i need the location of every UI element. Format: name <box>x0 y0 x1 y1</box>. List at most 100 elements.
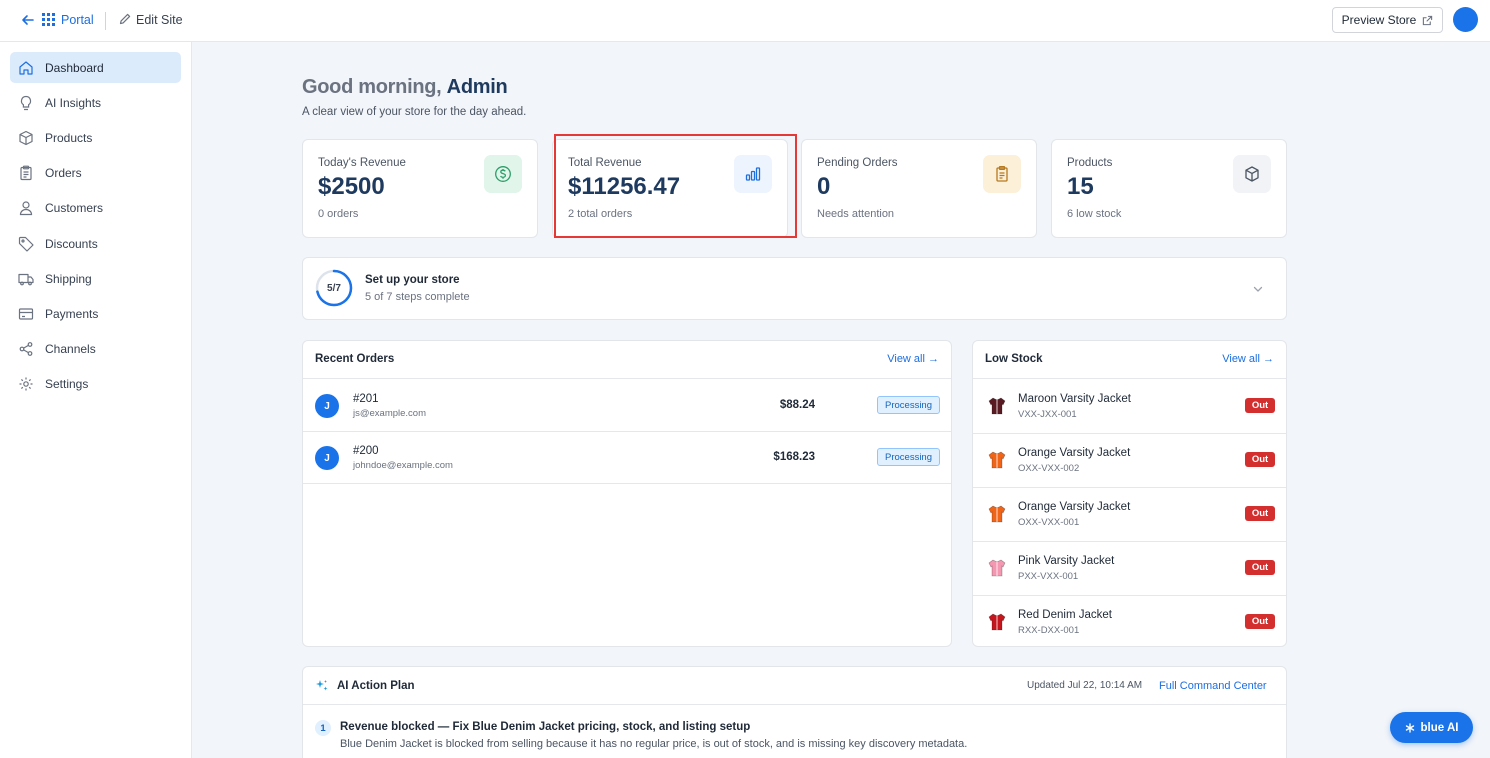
sidebar-item-label: Channels <box>45 341 96 356</box>
full-command-center-link[interactable]: Full Command Center <box>1159 680 1267 692</box>
out-of-stock-badge: Out <box>1245 560 1275 575</box>
clipboard-icon <box>20 165 32 180</box>
product-sku: RXX-DXX-001 <box>1018 625 1080 636</box>
page-title: Good morning, Admin <box>302 76 508 98</box>
sidebar-item-ai-insights[interactable]: AI Insights <box>10 87 181 118</box>
sidebar-item-label: AI Insights <box>45 95 102 110</box>
product-sku: VXX-JXX-001 <box>1018 409 1077 420</box>
sidebar-item-label: Customers <box>45 200 104 215</box>
sparkle-icon <box>316 680 328 691</box>
preview-store-button[interactable]: Preview Store <box>1332 7 1443 33</box>
stat-label: Products <box>1067 157 1113 169</box>
status-badge: Processing <box>877 396 940 414</box>
jacket-thumbnail-icon <box>985 610 1009 634</box>
blue-ai-label: blue AI <box>1420 721 1459 734</box>
sidebar-item-label: Dashboard <box>45 60 104 75</box>
out-of-stock-badge: Out <box>1245 398 1275 413</box>
product-name: Red Denim Jacket <box>1018 609 1112 621</box>
preview-store-label: Preview Store <box>1341 13 1417 27</box>
user-icon <box>19 200 33 215</box>
view-all-orders-link[interactable]: View all → <box>887 353 939 365</box>
credit-card-icon <box>18 307 34 320</box>
stat-value: 15 <box>1067 173 1094 200</box>
panel-title: Low Stock <box>985 353 1043 365</box>
sidebar-item-label: Shipping <box>45 271 92 286</box>
action-description: Blue Denim Jacket is blocked from sellin… <box>340 738 968 750</box>
product-name: Orange Varsity Jacket <box>1018 501 1131 513</box>
out-of-stock-badge: Out <box>1245 506 1275 521</box>
external-link-icon <box>1423 15 1433 25</box>
product-name: Maroon Varsity Jacket <box>1018 393 1131 405</box>
setup-store-card[interactable]: 5/7 Set up your store 5 of 7 steps compl… <box>302 257 1287 320</box>
sidebar-item-channels[interactable]: Channels <box>10 333 181 364</box>
sidebar-item-discounts[interactable]: Discounts <box>10 228 181 259</box>
product-sku: OXX-VXX-002 <box>1018 463 1080 474</box>
recent-orders-panel: Recent Orders View all → J #201 js@examp… <box>302 340 952 647</box>
row-divider <box>973 541 1286 542</box>
row-divider <box>303 431 951 432</box>
sidebar-item-orders[interactable]: Orders <box>10 157 181 188</box>
avatar: J <box>315 394 339 418</box>
sidebar-item-customers[interactable]: Customers <box>10 192 181 223</box>
page-subtitle: A clear view of your store for the day a… <box>302 106 527 118</box>
stat-label: Pending Orders <box>817 157 898 169</box>
sidebar-item-label: Orders <box>45 165 82 180</box>
panel-header: Low Stock View all → <box>973 341 1286 379</box>
out-of-stock-badge: Out <box>1245 614 1275 629</box>
stat-sub: Needs attention <box>817 208 895 220</box>
blue-ai-button[interactable]: blue AI <box>1390 712 1473 743</box>
home-icon <box>19 60 33 75</box>
sidebar-item-settings[interactable]: Settings <box>10 368 181 399</box>
updated-timestamp: Updated Jul 22, 10:14 AM <box>1027 680 1143 691</box>
setup-progress-ring: 5/7 <box>315 269 353 307</box>
action-title: Revenue blocked — Fix Blue Denim Jacket … <box>340 721 751 733</box>
stat-sub: 6 low stock <box>1067 208 1122 220</box>
sidebar-item-payments[interactable]: Payments <box>10 298 181 329</box>
sidebar-item-label: Products <box>45 130 93 145</box>
setup-progress-label: 5/7 <box>327 282 341 294</box>
highlight-box <box>554 134 797 238</box>
product-sku: OXX-VXX-001 <box>1018 517 1080 528</box>
low-stock-panel: Low Stock View all → Maroon Varsity Jack… <box>972 340 1287 647</box>
stat-value: $2500 <box>318 173 385 200</box>
jacket-thumbnail-icon <box>985 394 1009 418</box>
product-name: Pink Varsity Jacket <box>1018 555 1115 567</box>
chevron-down-icon[interactable] <box>1251 282 1265 296</box>
box-icon <box>19 130 33 145</box>
share-icon <box>19 341 33 356</box>
top-bar: Portal Edit Site Preview Store <box>0 0 1490 42</box>
order-id: #201 <box>353 393 379 405</box>
product-name: Orange Varsity Jacket <box>1018 447 1131 459</box>
gear-icon <box>19 377 33 390</box>
arrow-left-icon[interactable] <box>20 12 36 28</box>
stat-value: 0 <box>817 173 831 200</box>
setup-subtitle: 5 of 7 steps complete <box>365 291 470 303</box>
sidebar-item-products[interactable]: Products <box>10 122 181 153</box>
order-amount: $168.23 <box>773 451 815 463</box>
order-id: #200 <box>353 445 379 457</box>
sidebar-item-label: Settings <box>45 376 89 391</box>
order-email: js@example.com <box>353 408 426 419</box>
dollar-icon <box>484 155 522 193</box>
jacket-thumbnail-icon <box>985 502 1009 526</box>
asterisk-icon <box>1405 722 1414 733</box>
avatar: J <box>315 446 339 470</box>
view-all-low-stock-link[interactable]: View all → <box>1222 353 1274 365</box>
panel-header: AI Action Plan Updated Jul 22, 10:14 AM … <box>303 667 1286 705</box>
stat-sub: 0 orders <box>318 208 359 220</box>
out-of-stock-badge: Out <box>1245 452 1275 467</box>
edit-site-link[interactable]: Edit Site <box>136 13 183 27</box>
jacket-thumbnail-icon <box>985 448 1009 472</box>
jacket-thumbnail-icon <box>985 556 1009 580</box>
user-avatar[interactable] <box>1453 7 1478 32</box>
sidebar-item-label: Discounts <box>45 236 98 251</box>
ai-action-plan-panel: AI Action Plan Updated Jul 22, 10:14 AM … <box>302 666 1287 758</box>
sidebar-item-shipping[interactable]: Shipping <box>10 263 181 294</box>
status-badge: Processing <box>877 448 940 466</box>
sidebar-item-dashboard[interactable]: Dashboard <box>10 52 181 83</box>
box-icon <box>1233 155 1271 193</box>
order-email: johndoe@example.com <box>353 460 453 471</box>
stat-card-pending-orders: Pending Orders 0 Needs attention <box>801 139 1037 238</box>
portal-link[interactable]: Portal <box>61 13 94 27</box>
stat-card-todays-revenue: Today's Revenue $2500 0 orders <box>302 139 538 238</box>
